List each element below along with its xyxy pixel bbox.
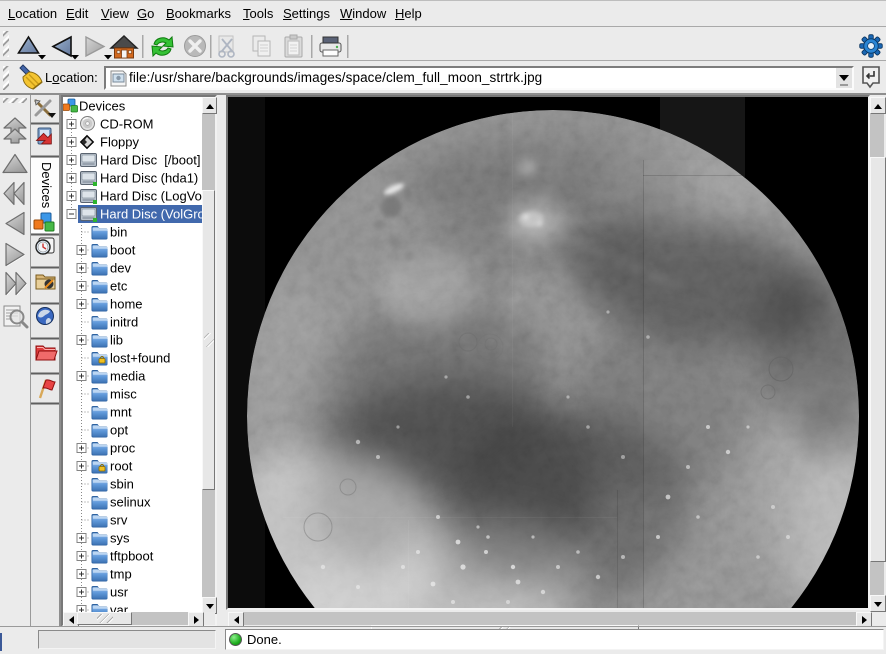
- svg-text:tftpboot: tftpboot: [110, 549, 154, 564]
- svg-text:Hard Disc (LogVol00: Hard Disc (LogVol00: [100, 189, 202, 204]
- svg-text:tmp: tmp: [110, 567, 132, 582]
- svg-text:Devices: Devices: [79, 99, 126, 114]
- svg-text:selinux: selinux: [110, 495, 151, 510]
- svg-text:sbin: sbin: [110, 477, 134, 492]
- svg-text:media: media: [110, 369, 146, 384]
- svg-text:opt: opt: [110, 423, 128, 438]
- svg-text:mnt: mnt: [110, 405, 132, 420]
- svg-text:CD-ROM: CD-ROM: [100, 117, 153, 132]
- svg-text:Floppy: Floppy: [100, 135, 140, 150]
- svg-text:bin: bin: [110, 225, 127, 240]
- svg-text:lib: lib: [110, 333, 123, 348]
- svg-text:initrd: initrd: [110, 315, 138, 330]
- svg-text:var: var: [110, 603, 129, 613]
- svg-text:lost+found: lost+found: [110, 351, 170, 366]
- svg-text:srv: srv: [110, 513, 128, 528]
- svg-text:root: root: [110, 459, 133, 474]
- svg-text:usr: usr: [110, 585, 129, 600]
- svg-text:misc: misc: [110, 387, 137, 402]
- svg-text:boot: boot: [110, 243, 136, 258]
- svg-text:Hard Disc [/boot]: Hard Disc [/boot]: [100, 153, 200, 168]
- svg-text:etc: etc: [110, 279, 128, 294]
- svg-text:sys: sys: [110, 531, 130, 546]
- svg-text:home: home: [110, 297, 143, 312]
- svg-text:Hard Disc (hda1) [/]: Hard Disc (hda1) [/]: [100, 171, 202, 186]
- svg-text:dev: dev: [110, 261, 131, 276]
- svg-text:Hard Disc (VolGrou: Hard Disc (VolGrou: [100, 207, 202, 222]
- svg-text:proc: proc: [110, 441, 136, 456]
